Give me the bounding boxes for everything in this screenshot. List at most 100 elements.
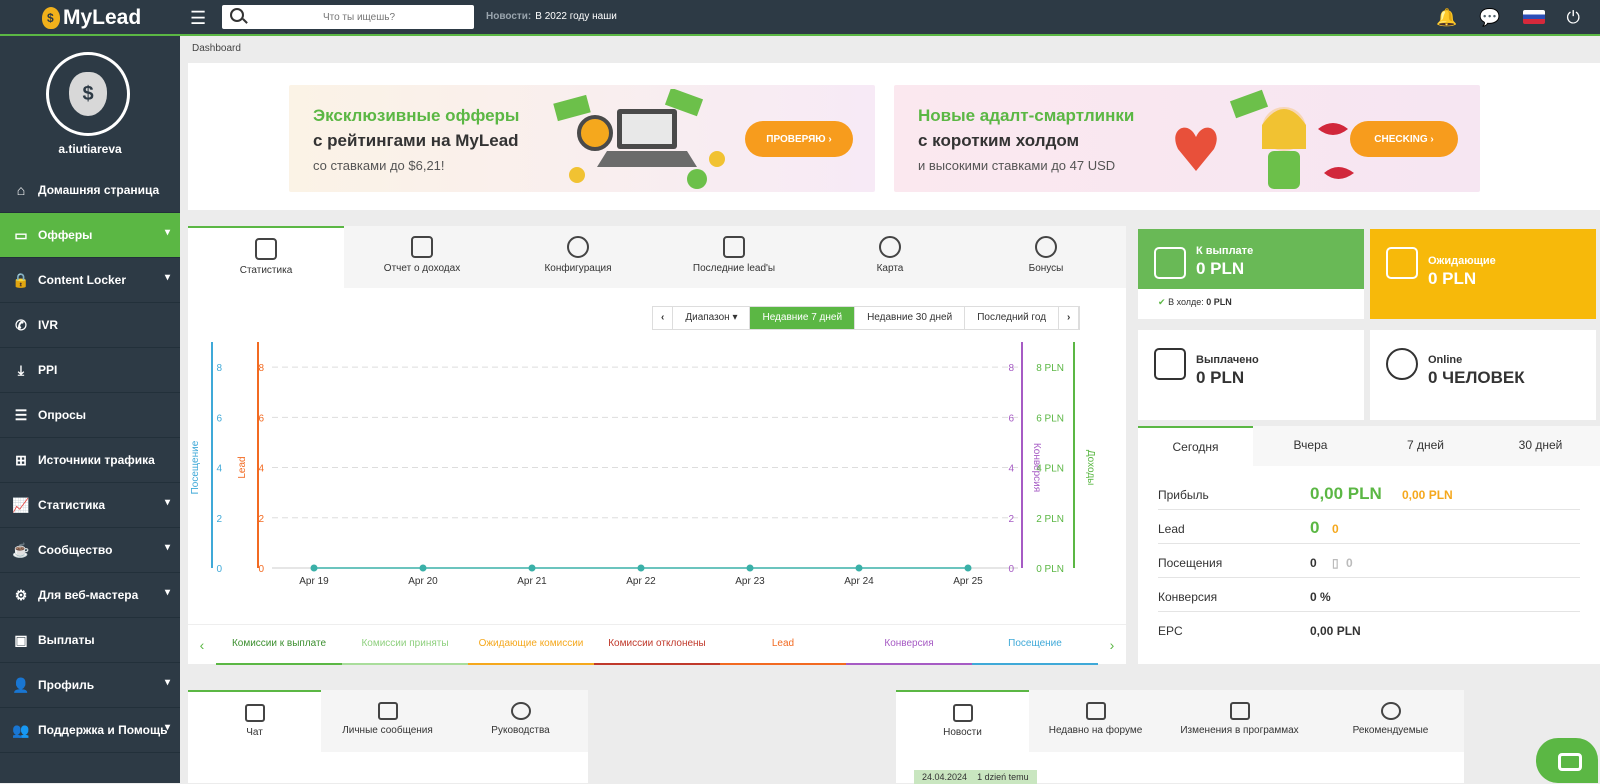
tab-guides[interactable]: Руководства bbox=[454, 690, 587, 752]
tab-label: Изменения в программах bbox=[1180, 725, 1299, 736]
legend-next-icon[interactable]: › bbox=[1098, 637, 1126, 653]
tab-recent-leads[interactable]: Последние lead'ы bbox=[656, 226, 812, 288]
gear-icon bbox=[567, 236, 589, 258]
gears-icon: ⚙ bbox=[14, 587, 28, 603]
sidebar-item-traffic-sources[interactable]: ⊞ Источники трафика bbox=[0, 438, 180, 483]
sidebar-item-webmaster[interactable]: ⚙ Для веб-мастера ▾ bbox=[0, 573, 180, 618]
sidebar-item-label: Домашняя страница bbox=[38, 183, 160, 197]
sidebar-item-surveys[interactable]: ☰ Опросы bbox=[0, 393, 180, 438]
sidebar: $ a.tiutiareva ⌂ Домашняя страница ▭ Оффер… bbox=[0, 36, 180, 783]
paid-card[interactable]: Выплачено 0 PLN bbox=[1138, 330, 1364, 420]
tab-private-messages[interactable]: Личные сообщения bbox=[321, 690, 454, 752]
online-card[interactable]: Online 0 ЧЕЛОВЕК bbox=[1370, 330, 1596, 420]
language-flag-icon[interactable] bbox=[1522, 10, 1545, 24]
y-tick-label: 6 bbox=[216, 413, 222, 424]
legend-item[interactable]: Lead bbox=[720, 625, 846, 665]
chat-bubble-icon[interactable]: 💬 bbox=[1479, 8, 1500, 28]
banner-subtitle: со ставками до $6,21! bbox=[313, 158, 445, 173]
username: a.tiutiareva bbox=[58, 142, 122, 156]
tab-yesterday[interactable]: Вчера bbox=[1253, 426, 1368, 466]
card-value: 0 PLN bbox=[1196, 259, 1245, 278]
tab-forum-recent[interactable]: Недавно на форуме bbox=[1029, 690, 1162, 752]
tab-program-changes[interactable]: Изменения в программах bbox=[1162, 690, 1317, 752]
live-chat-button[interactable] bbox=[1536, 738, 1598, 783]
card-title: Online bbox=[1428, 354, 1463, 366]
data-point bbox=[637, 564, 645, 572]
chevron-down-icon: ▾ bbox=[164, 272, 170, 283]
tab-bonuses[interactable]: Бонусы bbox=[968, 226, 1124, 288]
sidebar-item-statistics[interactable]: 📈 Статистика ▾ bbox=[0, 483, 180, 528]
legend-item[interactable]: Конверсия bbox=[846, 625, 972, 665]
payout-card[interactable]: К выплате 0 PLN bbox=[1138, 229, 1364, 289]
data-point bbox=[310, 564, 318, 572]
tab-income-report[interactable]: Отчет о доходах bbox=[344, 226, 500, 288]
banner-area: Эксклюзивные офферы с рейтингами на MyLe… bbox=[188, 63, 1600, 210]
tab-today[interactable]: Сегодня bbox=[1138, 426, 1253, 466]
news-ticker[interactable]: Новости: В 2022 году наши bbox=[486, 11, 617, 22]
sidebar-item-content-locker[interactable]: 🔒 Content Locker ▾ bbox=[0, 258, 180, 303]
girl-hearts-illustration bbox=[1175, 89, 1354, 189]
legend-item[interactable]: Комиссии приняты bbox=[342, 625, 468, 665]
money-bag-icon: $ bbox=[69, 72, 107, 116]
banner-title-line2: с коротким холдом bbox=[918, 131, 1080, 150]
hold-label: В холде: bbox=[1168, 297, 1204, 307]
sidebar-item-ppi[interactable]: ⤓ PPI bbox=[0, 348, 180, 393]
news-tabs: Новости Недавно на форуме Изменения в пр… bbox=[896, 690, 1464, 752]
bell-icon[interactable]: 🔔 bbox=[1436, 8, 1457, 28]
tab-chat[interactable]: Чат bbox=[188, 690, 321, 752]
checking-button[interactable]: CHECKING › bbox=[1350, 121, 1458, 157]
news-ago: 1 dzień temu bbox=[977, 772, 1029, 782]
range-last-year[interactable]: Последний год bbox=[965, 307, 1060, 329]
pending-card[interactable]: Ожидающие 0 PLN bbox=[1370, 229, 1596, 319]
range-dropdown[interactable]: Диапазон ▾ bbox=[673, 307, 751, 329]
banner-adult-smartlinks[interactable]: Новые адалт-смартлинки с коротким холдом… bbox=[894, 85, 1480, 192]
tab-configuration[interactable]: Конфигурация bbox=[500, 226, 656, 288]
legend-item[interactable]: Комиссии к выплате bbox=[216, 625, 342, 665]
tab-statistics[interactable]: Статистика bbox=[188, 226, 344, 288]
search-icon[interactable] bbox=[230, 8, 244, 22]
legend-item[interactable]: Комиссии отклонены bbox=[594, 625, 720, 665]
communication-panel: Чат Личные сообщения Руководства bbox=[188, 690, 588, 783]
news-date: 24.04.2024 bbox=[922, 772, 968, 782]
stat-value: 0 bbox=[1310, 518, 1320, 537]
leads-icon bbox=[723, 236, 745, 258]
banner-exclusive-offers[interactable]: Эксклюзивные офферы с рейтингами на MyLe… bbox=[289, 85, 875, 192]
range-prev-button[interactable]: ‹ bbox=[653, 307, 674, 329]
tab-label: Последние lead'ы bbox=[692, 263, 776, 274]
check-button[interactable]: ПРОВЕРЯЮ › bbox=[745, 121, 853, 157]
range-7-days[interactable]: Недавние 7 дней bbox=[750, 307, 856, 329]
sidebar-item-community[interactable]: ☕ Сообщество ▾ bbox=[0, 528, 180, 573]
range-next-button[interactable]: › bbox=[1059, 307, 1080, 329]
avatar[interactable]: $ bbox=[46, 52, 130, 136]
tab-7-days[interactable]: 7 дней bbox=[1368, 426, 1483, 466]
sidebar-item-payouts[interactable]: ▣ Выплаты bbox=[0, 618, 180, 663]
legend-item[interactable]: Посещение bbox=[972, 625, 1098, 665]
mylead-logo[interactable]: MyLead bbox=[42, 5, 141, 31]
data-point bbox=[528, 564, 536, 572]
tab-news[interactable]: Новости bbox=[896, 690, 1029, 752]
tab-map[interactable]: Карта bbox=[812, 226, 968, 288]
stat-row-lead: Lead 0 0 bbox=[1158, 510, 1580, 544]
sidebar-item-ivr[interactable]: ✆ IVR bbox=[0, 303, 180, 348]
search-input[interactable] bbox=[250, 8, 468, 26]
power-icon[interactable]: ⏻ bbox=[1567, 8, 1580, 28]
laptop-money-illustration bbox=[553, 89, 725, 189]
range-30-days[interactable]: Недавние 30 дней bbox=[855, 307, 966, 329]
statistics-chart: 02468Посещение02468Lead02468Конверсия0 P… bbox=[190, 342, 1096, 587]
sidebar-item-home[interactable]: ⌂ Домашняя страница bbox=[0, 168, 180, 213]
legend-item[interactable]: Ожидающие комиссии bbox=[468, 625, 594, 665]
breadcrumb[interactable]: Dashboard bbox=[192, 43, 241, 54]
sidebar-item-support[interactable]: 👥 Поддержка и Помощь ▾ bbox=[0, 708, 180, 753]
tab-label: Руководства bbox=[491, 725, 550, 736]
sidebar-item-profile[interactable]: 👤 Профиль ▾ bbox=[0, 663, 180, 708]
legend-prev-icon[interactable]: ‹ bbox=[188, 637, 216, 653]
tab-recommended[interactable]: Рекомендуемые bbox=[1317, 690, 1464, 752]
stat-pending-value: 0,00 PLN bbox=[1402, 488, 1453, 502]
star-icon bbox=[1380, 702, 1401, 720]
tab-30-days[interactable]: 30 дней bbox=[1483, 426, 1598, 466]
sidebar-item-offers[interactable]: ▭ Офферы ▾ bbox=[0, 213, 180, 258]
clipboard-icon bbox=[411, 236, 433, 258]
menu-toggle-icon[interactable]: ☰ bbox=[190, 9, 210, 27]
y-tick-label: 2 bbox=[216, 514, 222, 525]
x-tick-label: Apr 25 bbox=[953, 576, 983, 587]
